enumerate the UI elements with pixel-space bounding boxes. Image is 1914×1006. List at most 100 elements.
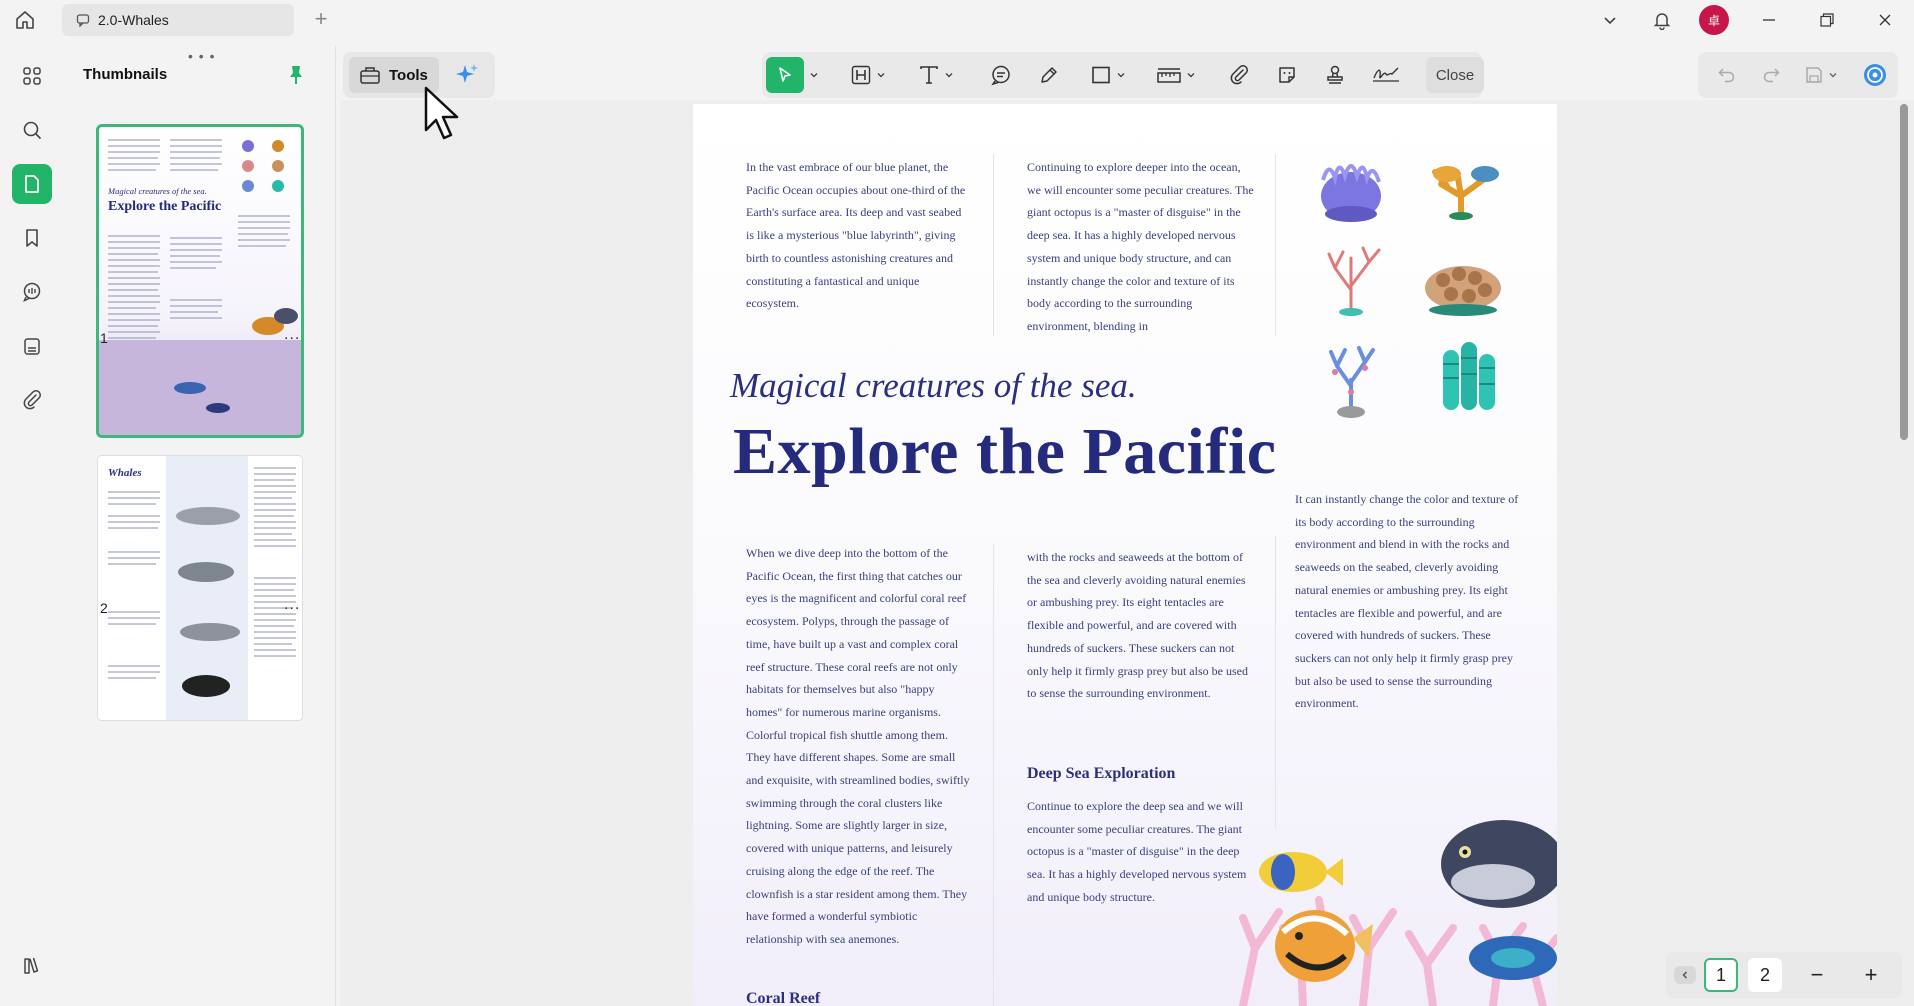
cursor-icon <box>779 67 791 82</box>
library-icon <box>24 957 39 974</box>
blue-fish-image <box>1469 936 1557 980</box>
chevron-down-icon <box>1829 73 1837 78</box>
pencil-tool-button[interactable] <box>1032 57 1066 93</box>
tropical-fish-illustration <box>1239 820 1557 1006</box>
purple-anemone-image <box>1321 164 1381 222</box>
thumb1-subtitle: Magical creatures of the sea. <box>107 186 207 196</box>
page-2-preview: Whales <box>98 456 302 720</box>
signature-tool-button[interactable] <box>1366 57 1406 93</box>
teal-coral-image <box>1443 342 1495 410</box>
sticker-icon <box>1279 67 1295 83</box>
rectangle-icon <box>1092 66 1110 84</box>
section-heading-deep-sea: Deep Sea Exploration <box>1027 765 1176 782</box>
text-icon <box>920 66 938 84</box>
page-subtitle: Magical creatures of the sea. <box>730 366 1137 405</box>
column-divider <box>1275 154 1276 336</box>
thumbnail-more-button[interactable]: ... <box>284 326 300 344</box>
notifications-button[interactable] <box>1636 0 1688 40</box>
measure-tool-button[interactable] <box>1150 57 1202 93</box>
chevron-down-icon <box>1187 73 1195 78</box>
highlight-tool-button[interactable] <box>844 57 892 93</box>
document-page: In the vast embrace of our blue planet, … <box>693 104 1557 1006</box>
restore-button[interactable] <box>1798 0 1856 40</box>
thumbnail-page-1[interactable]: Magical creatures of the sea. Explore th… <box>96 124 304 438</box>
library-button[interactable] <box>12 946 52 986</box>
redo-button[interactable] <box>1754 57 1788 93</box>
signature-icon <box>1373 67 1399 82</box>
round-coral-image <box>1425 266 1501 316</box>
home-icon <box>16 11 34 29</box>
grid-icon <box>23 67 41 85</box>
new-tab-button[interactable]: + <box>308 8 334 32</box>
page-button-1[interactable]: 1 <box>1704 958 1738 992</box>
bookmark-icon <box>26 229 38 247</box>
blue-coral-image <box>1329 346 1375 418</box>
comments-button[interactable] <box>12 272 52 312</box>
comment-tool-button[interactable] <box>984 57 1018 93</box>
pager-prev-button[interactable] <box>1674 966 1696 984</box>
intro-paragraph-2: Continuing to explore deeper into the oc… <box>1027 160 1254 333</box>
sticker-tool-button[interactable] <box>1270 57 1304 93</box>
restore-icon <box>1820 13 1834 27</box>
search-button[interactable] <box>12 110 52 150</box>
tab-title: 2.0-Whales <box>98 12 169 28</box>
section-heading-coral-reef: Coral Reef <box>746 990 821 1006</box>
thumbnail-page-2[interactable]: Whales <box>98 456 302 720</box>
sparkle-icon <box>456 64 478 83</box>
minimize-icon <box>1763 19 1775 21</box>
minimize-button[interactable] <box>1740 0 1798 40</box>
paperclip-icon <box>23 390 41 410</box>
thumbnail-more-button[interactable]: ... <box>284 596 300 614</box>
attach-file-button[interactable] <box>1222 57 1256 93</box>
mouse-pointer-icon <box>424 86 459 140</box>
thumb1-title: Explore the Pacific <box>108 199 221 214</box>
page-button-2[interactable]: 2 <box>1748 958 1782 992</box>
column-divider <box>993 544 994 1006</box>
comment-icon <box>76 14 90 27</box>
zoom-out-button[interactable]: − <box>1800 958 1834 992</box>
attachments-panel-button[interactable] <box>12 326 52 366</box>
stamp-tool-button[interactable] <box>1318 57 1352 93</box>
left-rail <box>0 46 64 1006</box>
ruler-icon <box>1157 68 1181 83</box>
resize-grip[interactable]: • • • <box>188 48 215 64</box>
close-window-button[interactable] <box>1856 0 1914 40</box>
column-divider <box>1275 536 1276 828</box>
stamp-icon <box>24 338 40 355</box>
undo-button[interactable] <box>1710 57 1744 93</box>
text-tool-button[interactable] <box>912 57 960 93</box>
annotation-toolbar: Close <box>762 52 1484 98</box>
chevron-down-icon <box>1117 73 1125 78</box>
thumbnail-page-number: 1 <box>100 330 108 346</box>
account-button[interactable]: 卓 <box>1688 0 1740 40</box>
angelfish-image <box>1259 852 1343 892</box>
vertical-scrollbar[interactable] <box>1900 104 1908 440</box>
coral-illustrations <box>1321 164 1501 418</box>
select-tool-dropdown[interactable] <box>806 57 822 93</box>
pin-button[interactable] <box>286 64 306 91</box>
bookmarks-button[interactable] <box>12 218 52 258</box>
select-tool-button[interactable] <box>766 57 804 93</box>
red-coral-image <box>1327 246 1381 316</box>
home-button[interactable] <box>0 0 50 40</box>
save-icon <box>1806 67 1822 83</box>
page-1-preview: Magical creatures of the sea. Explore th… <box>98 126 302 436</box>
document-tab[interactable]: 2.0-Whales <box>62 4 294 36</box>
ai-assistant-orb-button[interactable] <box>1858 57 1892 93</box>
tabs-dropdown-button[interactable] <box>1584 0 1636 40</box>
shape-tool-button[interactable] <box>1084 57 1132 93</box>
paperclip-icon <box>1230 65 1248 85</box>
column-divider <box>993 154 994 336</box>
stamp-icon <box>1327 65 1343 84</box>
chevron-down-icon <box>1604 17 1616 25</box>
thumbnail-page-number: 2 <box>100 600 108 616</box>
thumbnails-button[interactable] <box>12 164 52 204</box>
intro-paragraph-1: In the vast embrace of our blue planet, … <box>746 160 966 311</box>
close-tools-button[interactable]: Close <box>1426 57 1484 93</box>
save-button[interactable] <box>1798 57 1844 93</box>
comments-icon <box>23 282 41 302</box>
zoom-in-button[interactable]: + <box>1854 958 1888 992</box>
coral-paragraph: When we dive deep into the bottom of the… <box>746 546 970 946</box>
attachment-button[interactable] <box>12 380 52 420</box>
organize-pages-button[interactable] <box>12 56 52 96</box>
